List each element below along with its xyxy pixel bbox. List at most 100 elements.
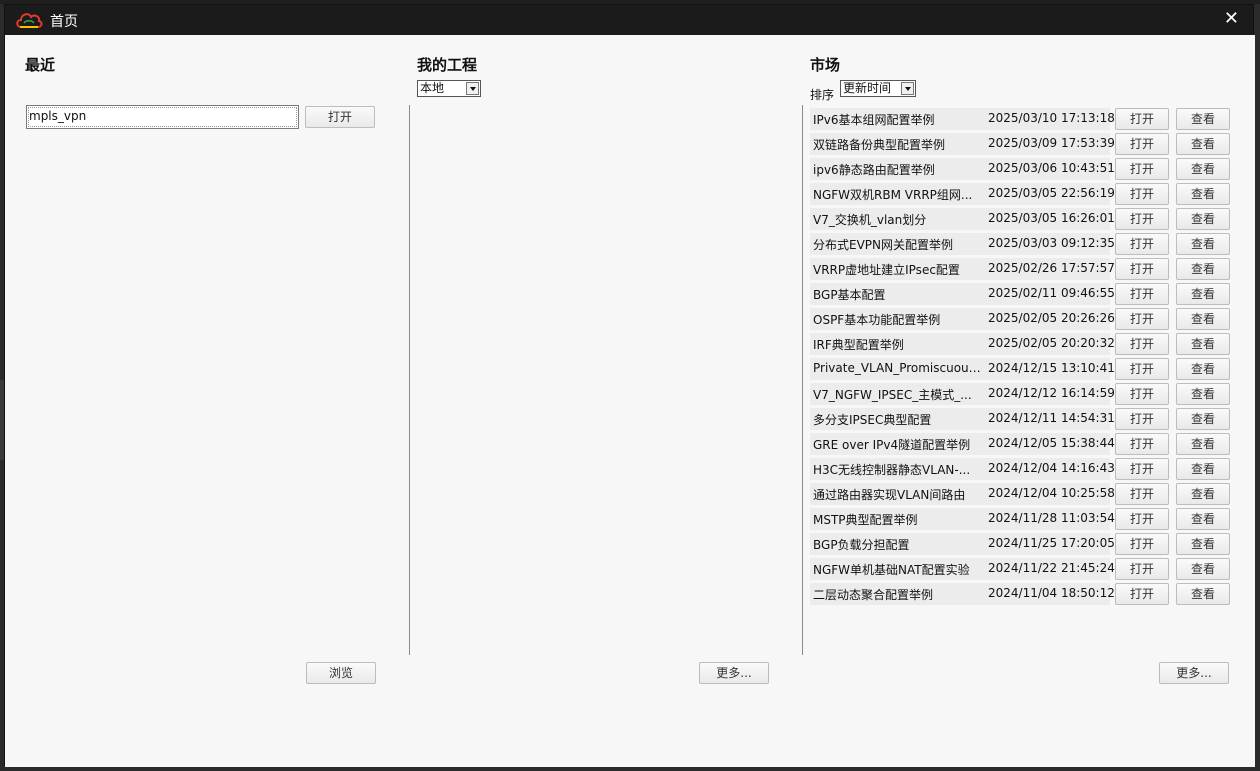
market-view-button[interactable]: 查看: [1176, 308, 1230, 330]
market-item-date: 2024/12/05 15:38:44: [988, 436, 1115, 450]
market-row: 分布式EVPN网关配置举例 2025/03/03 09:12:35 打开 查看: [810, 232, 1234, 257]
market-item-name: BGP负载分担配置: [813, 538, 910, 552]
market-view-button[interactable]: 查看: [1176, 558, 1230, 580]
market-view-button[interactable]: 查看: [1176, 108, 1230, 130]
market-item-date: 2025/03/10 17:13:18: [988, 111, 1115, 125]
market-open-button[interactable]: 打开: [1115, 583, 1169, 605]
market-row: 双链路备份典型配置举例 2025/03/09 17:53:39 打开 查看: [810, 132, 1234, 157]
market-item-name: H3C无线控制器静态VLAN-...: [813, 463, 971, 477]
market-item-date: 2025/03/06 10:43:51: [988, 161, 1115, 175]
market-row: V7_交换机_vlan划分 2025/03/05 16:26:01 打开 查看: [810, 207, 1234, 232]
market-item-name: Private_VLAN_Promiscuous...: [813, 361, 981, 375]
market-row: MSTP典型配置举例 2024/11/28 11:03:54 打开 查看: [810, 507, 1234, 532]
market-row: IPv6基本组网配置举例 2025/03/10 17:13:18 打开 查看: [810, 107, 1234, 132]
market-open-button[interactable]: 打开: [1115, 258, 1169, 280]
market-item-date: 2024/11/25 17:20:05: [988, 536, 1115, 550]
market-row: H3C无线控制器静态VLAN-... 2024/12/04 14:16:43 打开查…: [810, 457, 1234, 482]
market-item-name: V7_交换机_vlan划分: [813, 213, 927, 227]
market-item-date: 2025/03/05 22:56:19: [988, 186, 1115, 200]
market-open-button[interactable]: 打开: [1115, 233, 1169, 255]
market-view-button[interactable]: 查看: [1176, 533, 1230, 555]
market-open-button[interactable]: 打开: [1115, 333, 1169, 355]
market-view-button[interactable]: 查看: [1176, 158, 1230, 180]
market-item-name: 双链路备份典型配置举例: [813, 138, 946, 152]
market-view-button[interactable]: 查看: [1176, 358, 1230, 380]
market-item-name: GRE over IPv4隧道配置举例: [813, 438, 971, 452]
market-open-button[interactable]: 打开: [1115, 458, 1169, 480]
market-view-button[interactable]: 查看: [1176, 383, 1230, 405]
market-item-name: 通过路由器实现VLAN间路由: [813, 488, 966, 502]
market-view-button[interactable]: 查看: [1176, 233, 1230, 255]
market-view-button[interactable]: 查看: [1176, 208, 1230, 230]
market-view-button[interactable]: 查看: [1176, 283, 1230, 305]
market-open-button[interactable]: 打开: [1115, 108, 1169, 130]
market-row: ipv6静态路由配置举例 2025/03/06 10:43:51 打开 查看: [810, 157, 1234, 182]
close-icon[interactable]: ✕: [1224, 9, 1239, 29]
market-open-button[interactable]: 打开: [1115, 483, 1169, 505]
market-item-date: 2024/12/15 13:10:41: [988, 361, 1115, 375]
market-item-name: BGP基本配置: [813, 288, 886, 302]
market-view-button[interactable]: 查看: [1176, 583, 1230, 605]
market-open-button[interactable]: 打开: [1115, 383, 1169, 405]
market-row: V7_NGFW_IPSEC_主模式_... 2024/12/12 16:14:59…: [810, 382, 1234, 407]
market-view-button[interactable]: 查看: [1176, 458, 1230, 480]
market-view-button[interactable]: 查看: [1176, 408, 1230, 430]
market-view-button[interactable]: 查看: [1176, 433, 1230, 455]
market-row: NGFW双机RBM VRRP组网... 2025/03/05 22:56:19 打开…: [810, 182, 1234, 207]
market-row: NGFW单机基础NAT配置实验 2024/11/22 21:45:24 打开 查看: [810, 557, 1234, 582]
market-item-name: MSTP典型配置举例: [813, 513, 918, 527]
market-view-button[interactable]: 查看: [1176, 333, 1230, 355]
market-item-date: 2025/03/03 09:12:35: [988, 236, 1115, 250]
market-open-button[interactable]: 打开: [1115, 158, 1169, 180]
market-item-name: VRRP虚地址建立IPsec配置: [813, 263, 960, 277]
market-item-name: 分布式EVPN网关配置举例: [813, 238, 954, 252]
market-row: VRRP虚地址建立IPsec配置 2025/02/26 17:57:57 打开 查看: [810, 257, 1234, 282]
market-view-button[interactable]: 查看: [1176, 483, 1230, 505]
market-open-button[interactable]: 打开: [1115, 508, 1169, 530]
market-open-button[interactable]: 打开: [1115, 308, 1169, 330]
project-source-select[interactable]: 本地: [417, 80, 481, 97]
chevron-down-icon: [901, 82, 914, 95]
market-open-button[interactable]: 打开: [1115, 358, 1169, 380]
market-open-button[interactable]: 打开: [1115, 558, 1169, 580]
market-view-button[interactable]: 查看: [1176, 258, 1230, 280]
market-row: 通过路由器实现VLAN间路由 2024/12/04 10:25:58 打开 查看: [810, 482, 1234, 507]
projects-heading: 我的工程: [417, 56, 478, 74]
title-bar[interactable]: 首页 ✕: [5, 5, 1253, 35]
divider-right: [802, 105, 803, 655]
market-open-button[interactable]: 打开: [1115, 133, 1169, 155]
market-open-button[interactable]: 打开: [1115, 433, 1169, 455]
recent-project-item[interactable]: mpls_vpn: [26, 105, 299, 129]
market-item-date: 2025/02/05 20:20:32: [988, 336, 1115, 350]
market-view-button[interactable]: 查看: [1176, 508, 1230, 530]
market-open-button[interactable]: 打开: [1115, 208, 1169, 230]
projects-more-button[interactable]: 更多...: [699, 662, 769, 684]
market-open-button[interactable]: 打开: [1115, 533, 1169, 555]
home-content: 最近 mpls_vpn 打开 浏览 我的工程 本地 更多... 市场 排序 更新…: [5, 35, 1255, 767]
market-open-button[interactable]: 打开: [1115, 183, 1169, 205]
sort-label: 排序: [810, 88, 835, 102]
market-item-name: V7_NGFW_IPSEC_主模式_...: [813, 388, 972, 402]
market-heading: 市场: [810, 56, 841, 74]
divider-left: [409, 105, 410, 655]
sort-value: 更新时间: [843, 81, 892, 95]
home-dialog: 首页 ✕ 最近 mpls_vpn 打开 浏览 我的工程 本地 更多... 市场 …: [4, 4, 1255, 767]
market-more-button[interactable]: 更多...: [1159, 662, 1229, 684]
market-open-button[interactable]: 打开: [1115, 283, 1169, 305]
browse-button[interactable]: 浏览: [306, 662, 376, 684]
market-list: IPv6基本组网配置举例 2025/03/10 17:13:18 打开 查看 双链路备份…: [810, 107, 1234, 607]
market-row: IRF典型配置举例 2025/02/05 20:20:32 打开 查看: [810, 332, 1234, 357]
recent-heading: 最近: [25, 56, 56, 74]
market-view-button[interactable]: 查看: [1176, 133, 1230, 155]
market-item-date: 2024/12/12 16:14:59: [988, 386, 1115, 400]
market-row: OSPF基本功能配置举例 2025/02/05 20:26:26 打开 查看: [810, 307, 1234, 332]
market-view-button[interactable]: 查看: [1176, 183, 1230, 205]
sort-select[interactable]: 更新时间: [840, 80, 916, 97]
recent-open-button[interactable]: 打开: [305, 106, 375, 128]
market-item-date: 2025/03/05 16:26:01: [988, 211, 1115, 225]
cloud-logo-icon: [16, 13, 43, 28]
market-item-date: 2025/02/11 09:46:55: [988, 286, 1115, 300]
market-item-date: 2024/12/04 14:16:43: [988, 461, 1115, 475]
market-item-name: 多分支IPSEC典型配置: [813, 413, 932, 427]
market-open-button[interactable]: 打开: [1115, 408, 1169, 430]
